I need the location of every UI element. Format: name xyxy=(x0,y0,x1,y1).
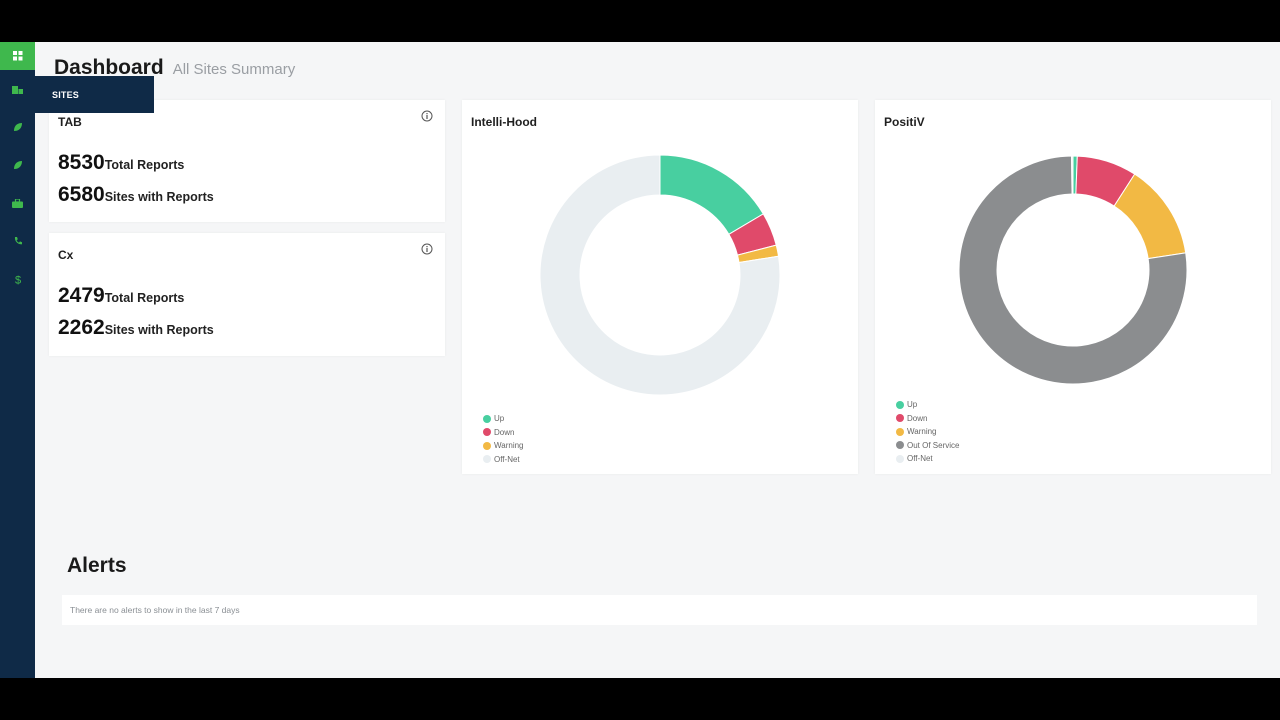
sidebar-item-toolbox[interactable] xyxy=(0,184,35,222)
leaf-icon xyxy=(13,161,22,169)
stat-label: Sites with Reports xyxy=(104,323,214,337)
page-subtitle: All Sites Summary xyxy=(172,61,296,78)
card-title: TAB xyxy=(58,115,82,129)
stat-sites-with-reports: 2262 Sites with Reports xyxy=(58,316,214,340)
sidebar: $ xyxy=(0,42,35,678)
stat-value: 8530 xyxy=(58,151,105,174)
legend-item-down[interactable]: Down xyxy=(483,426,524,440)
legend-swatch xyxy=(896,454,904,463)
alerts-empty-message: There are no alerts to show in the last … xyxy=(70,605,240,615)
legend-swatch xyxy=(483,428,491,437)
stat-label: Sites with Reports xyxy=(104,190,214,204)
legend-swatch xyxy=(483,441,491,450)
legend-label: Up xyxy=(907,400,918,410)
legend-swatch xyxy=(896,400,904,409)
chart-title: Intelli-Hood xyxy=(471,115,537,129)
stat-value: 6580 xyxy=(58,183,105,206)
stat-value: 2262 xyxy=(58,316,105,339)
legend-label: Warning xyxy=(494,441,524,451)
sidebar-item-sites[interactable] xyxy=(0,70,35,108)
sidebar-item-leaf-2[interactable] xyxy=(0,146,35,184)
chart-card-positiv: PositiV Up Down Warning Out Of Service Off-N… xyxy=(875,100,1271,474)
legend-item-out-of-service[interactable]: Out Of Service xyxy=(896,439,959,453)
leaf-icon xyxy=(13,123,22,131)
legend-label: Up xyxy=(494,414,505,424)
alerts-panel: There are no alerts to show in the last … xyxy=(62,595,1257,625)
donut-chart xyxy=(539,154,781,396)
legend-swatch xyxy=(896,414,904,423)
chart-title: PositiV xyxy=(884,115,925,129)
legend-swatch xyxy=(483,414,491,423)
chart-legend: Up Down Warning Out Of Service Off-Net xyxy=(896,398,959,466)
legend-label: Off-Net xyxy=(494,454,520,464)
legend-swatch xyxy=(483,455,491,464)
slice-up[interactable] xyxy=(659,154,764,235)
sidebar-flyout-label: SITES xyxy=(52,89,80,100)
chart-legend: Up Down Warning Off-Net xyxy=(483,412,524,466)
legend-item-warning[interactable]: Warning xyxy=(896,425,959,439)
legend-swatch xyxy=(896,441,904,450)
stat-value: 2479 xyxy=(58,284,105,307)
summary-card-tab: TAB 8530 Total Reports 6580 Sites with R… xyxy=(49,100,445,222)
legend-label: Off-Net xyxy=(907,454,933,464)
card-title: Cx xyxy=(58,248,74,262)
legend-item-off-net[interactable]: Off-Net xyxy=(483,453,524,467)
svg-text:$: $ xyxy=(14,274,20,285)
legend-item-up[interactable]: Up xyxy=(483,412,524,426)
stat-label: Total Reports xyxy=(104,291,185,305)
summary-card-cx: Cx 2479 Total Reports 2262 Sites with Re… xyxy=(49,233,445,356)
phone-icon xyxy=(14,237,22,245)
legend-swatch xyxy=(896,427,904,436)
stat-label: Total Reports xyxy=(104,158,185,172)
legend-item-down[interactable]: Down xyxy=(896,412,959,426)
stat-sites-with-reports: 6580 Sites with Reports xyxy=(58,183,214,207)
legend-label: Down xyxy=(494,427,515,437)
slice-off-net[interactable] xyxy=(1071,155,1074,195)
sidebar-item-leaf-1[interactable] xyxy=(0,108,35,146)
dollar-icon: $ xyxy=(14,274,20,285)
legend-item-up[interactable]: Up xyxy=(896,398,959,412)
info-icon[interactable] xyxy=(421,110,433,122)
legend-label: Out Of Service xyxy=(907,440,960,450)
sites-icon xyxy=(12,85,23,94)
dashboard-grid-icon[interactable] xyxy=(0,42,35,70)
chart-card-intelli-hood: Intelli-Hood Up Down Warning Off-Net xyxy=(462,100,858,474)
toolbox-icon xyxy=(12,198,23,208)
info-icon[interactable] xyxy=(421,243,433,255)
sidebar-item-phone[interactable] xyxy=(0,222,35,260)
donut-chart xyxy=(958,155,1188,385)
sidebar-flyout-sites[interactable]: SITES xyxy=(35,76,154,113)
legend-label: Down xyxy=(907,413,928,423)
stat-total-reports: 2479 Total Reports xyxy=(58,284,184,308)
alerts-title: Alerts xyxy=(67,554,127,577)
legend-item-off-net[interactable]: Off-Net xyxy=(896,452,959,466)
legend-label: Warning xyxy=(907,427,937,437)
legend-item-warning[interactable]: Warning xyxy=(483,439,524,453)
app-window: $ Dashboard All Sites Summary SITES TAB … xyxy=(0,42,1280,678)
sidebar-item-dollar[interactable]: $ xyxy=(0,260,35,298)
stat-total-reports: 8530 Total Reports xyxy=(58,151,184,175)
